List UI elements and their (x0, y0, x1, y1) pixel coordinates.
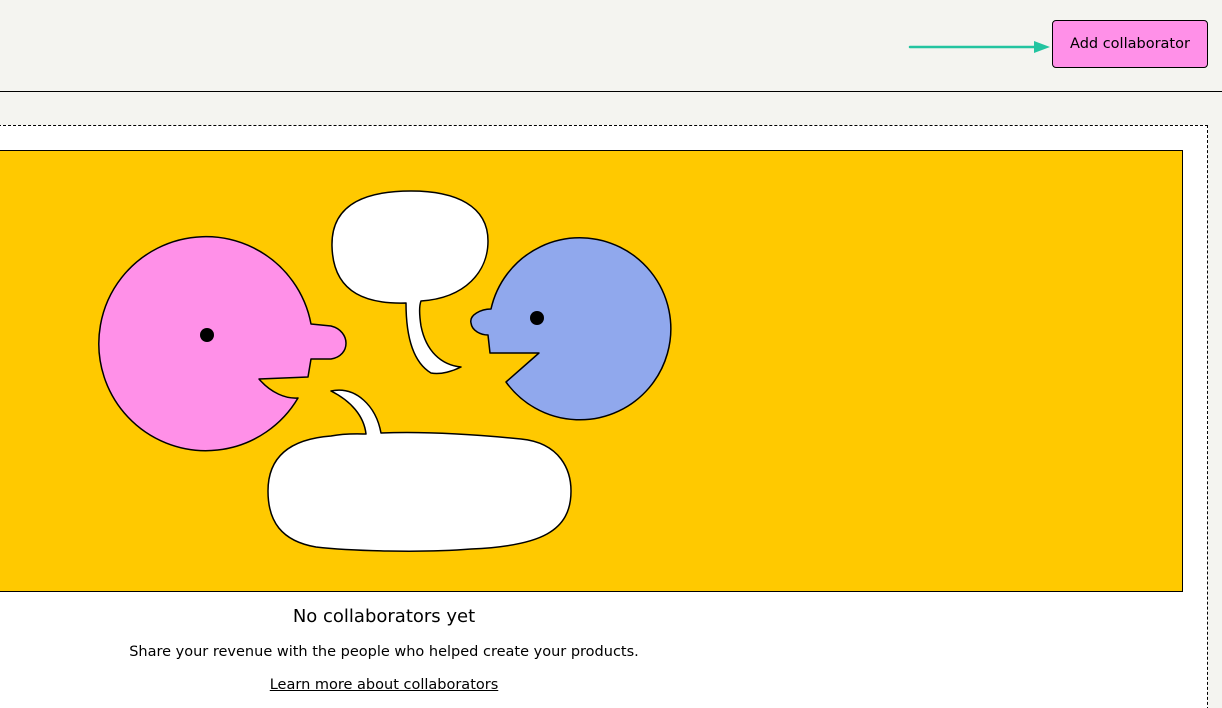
learn-more-link[interactable]: Learn more about collaborators (270, 677, 499, 693)
arrow-right-icon (908, 41, 1050, 53)
pink-face-icon (98, 235, 347, 452)
blue-face-icon (470, 237, 672, 421)
add-collaborator-button[interactable]: Add collaborator (1052, 20, 1208, 68)
empty-state-description: Share your revenue with the people who h… (129, 644, 639, 660)
speech-bubble-top-icon (331, 190, 489, 375)
empty-state-title: No collaborators yet (292, 606, 476, 627)
learn-more-container: Learn more about collaborators (0, 677, 768, 693)
page-header: Add collaborator (0, 0, 1222, 92)
conversation-illustration (0, 150, 1183, 592)
collaborators-page: Add collaborator No collaborators yet Sh… (0, 0, 1222, 708)
speech-bubble-bottom-icon (267, 389, 572, 552)
